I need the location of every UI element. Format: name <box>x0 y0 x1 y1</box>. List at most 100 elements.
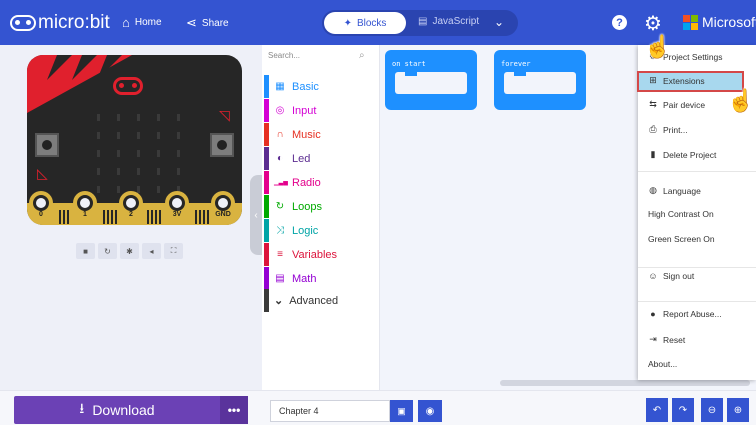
pin-3v[interactable] <box>165 191 189 225</box>
menu-item-green-screen-on[interactable]: Green Screen On <box>648 234 715 244</box>
share-icon: ⋖ <box>186 15 197 30</box>
redo-button[interactable]: ↷ <box>672 398 694 422</box>
simulator-controls: ■ ↻ ✱ ◂ ⛶ <box>76 243 183 259</box>
stop-button[interactable]: ■ <box>76 243 95 259</box>
menu-item-sign-out[interactable]: ☺ Sign out <box>648 271 694 281</box>
category-variables[interactable]: ≡ Variables <box>264 243 376 266</box>
more-options-button[interactable]: ••• <box>220 396 248 424</box>
pin-hole <box>169 195 185 211</box>
footer-bar: ⭳ Download ••• Chapter 4 ▣ ◉ ↶ ↷ ⊖ ⊕ <box>0 390 756 425</box>
menu-divider <box>638 301 756 302</box>
triangle-a-icon: ◺ <box>37 165 48 181</box>
led-pixel <box>117 150 120 157</box>
blocks-tab-label: Blocks <box>356 17 387 29</box>
sign-out-icon: ⇥ <box>649 334 657 344</box>
blocks-tab[interactable]: ✦ Blocks <box>324 12 406 34</box>
settings-gear-button[interactable]: ⚙ <box>644 11 662 36</box>
zoom-in-icon: ⊕ <box>733 404 743 416</box>
menu-item-label: Sign out <box>663 271 695 281</box>
ms-logo-yellow <box>691 23 698 30</box>
pin-2[interactable] <box>119 191 143 225</box>
restart-button[interactable]: ↻ <box>98 243 117 259</box>
workspace-scrollbar[interactable] <box>500 380 750 386</box>
menu-item-reset[interactable]: ⇥ Reset <box>648 334 685 345</box>
pin-hole <box>77 195 93 211</box>
menu-item-report-abuse[interactable]: ● Report Abuse... <box>648 309 721 319</box>
button-a[interactable] <box>35 133 59 157</box>
fine-pin <box>195 210 197 224</box>
led-pixel <box>117 132 120 139</box>
microsoft-label[interactable]: Microsoft <box>702 14 756 30</box>
fine-pin <box>59 210 61 224</box>
pin-label: 3V <box>172 211 182 218</box>
led-pixel <box>137 114 140 121</box>
pin-0[interactable] <box>29 191 53 225</box>
category-radio[interactable]: ▁▃▅ Radio <box>264 171 376 194</box>
mute-button[interactable]: ◂ <box>142 243 161 259</box>
forever-slot <box>504 72 576 94</box>
category-input[interactable]: ◎ Input <box>264 99 376 122</box>
plus-square-icon: ⊞ <box>649 75 657 85</box>
save-button[interactable]: ▣ <box>390 400 413 422</box>
led-pixel <box>157 150 160 157</box>
target-icon: ◎ <box>275 105 285 116</box>
redo-icon: ↷ <box>678 404 688 416</box>
javascript-tab[interactable]: ▤ JavaScript <box>418 16 479 27</box>
advanced-category[interactable]: ⌄ Advanced <box>264 289 376 312</box>
project-name-input[interactable]: Chapter 4 <box>270 400 390 422</box>
undo-button[interactable]: ↶ <box>646 398 668 422</box>
puzzle-icon: ✦ <box>343 17 352 29</box>
trash-icon: ▮ <box>650 149 656 159</box>
category-label: Music <box>292 128 321 141</box>
menu-item-high-contrast-on[interactable]: High Contrast On <box>648 209 714 219</box>
pin-1[interactable] <box>73 191 97 225</box>
collapse-simulator-button[interactable]: ‹ <box>250 175 262 255</box>
menu-item-label: Project Settings <box>663 51 723 62</box>
fine-pin <box>159 210 161 224</box>
javascript-tab-label: JavaScript <box>432 16 480 27</box>
category-color-bar <box>264 267 269 290</box>
menu-item-language[interactable]: ◍ Language <box>648 185 701 196</box>
download-button[interactable]: ⭳ Download <box>14 396 220 424</box>
led-pixel <box>177 132 180 139</box>
fine-pin <box>107 210 109 224</box>
category-logic[interactable]: ⤨ Logic <box>264 219 376 242</box>
home-button[interactable]: ⌂ Home <box>122 15 162 30</box>
menu-item-pair-device[interactable]: ⇆ Pair device <box>648 99 705 110</box>
menu-item-label: Extensions <box>663 75 705 86</box>
category-basic[interactable]: ▦ Basic <box>264 75 376 98</box>
brand-logo[interactable]: micro:bit <box>10 11 110 35</box>
fine-pin <box>111 210 113 224</box>
chevron-down-icon[interactable]: ⌄ <box>494 15 504 29</box>
button-b[interactable] <box>210 133 234 157</box>
menu-item-delete-project[interactable]: ▮ Delete Project <box>648 149 717 160</box>
category-loops[interactable]: ↻ Loops <box>264 195 376 218</box>
category-label: Input <box>292 104 317 117</box>
fine-pin <box>203 210 205 224</box>
zoom-out-button[interactable]: ⊖ <box>701 398 723 422</box>
github-button[interactable]: ◉ <box>418 400 442 422</box>
category-music[interactable]: ∩ Music <box>264 123 376 146</box>
category-led[interactable]: ◐ Led <box>264 147 376 170</box>
help-button[interactable]: ? <box>612 15 627 30</box>
category-label: Variables <box>292 248 338 261</box>
pin-gnd[interactable] <box>211 191 235 225</box>
forever-block[interactable]: forever <box>494 50 586 110</box>
menu-item-print[interactable]: ⎙ Print... <box>648 124 687 135</box>
menu-item-extensions[interactable]: ⊞ Extensions <box>648 75 705 86</box>
on-start-block[interactable]: on start <box>385 50 477 110</box>
github-icon: ◉ <box>425 405 435 417</box>
category-color-bar <box>264 219 269 242</box>
menu-item-about[interactable]: About... <box>648 359 677 369</box>
category-color-bar <box>264 99 269 122</box>
zoom-in-button[interactable]: ⊕ <box>727 398 749 422</box>
calculator-icon: ▤ <box>275 273 285 284</box>
category-math[interactable]: ▤ Math <box>264 267 376 290</box>
hand-cursor-icon: ☝ <box>727 88 755 113</box>
printer-icon: ⎙ <box>649 124 657 134</box>
signal-icon: ▁▃▅ <box>274 180 288 186</box>
fullscreen-button[interactable]: ⛶ <box>164 243 183 259</box>
slowmo-button[interactable]: ✱ <box>120 243 139 259</box>
share-button[interactable]: ⋖ Share <box>186 15 229 31</box>
share-label: Share <box>201 17 229 29</box>
